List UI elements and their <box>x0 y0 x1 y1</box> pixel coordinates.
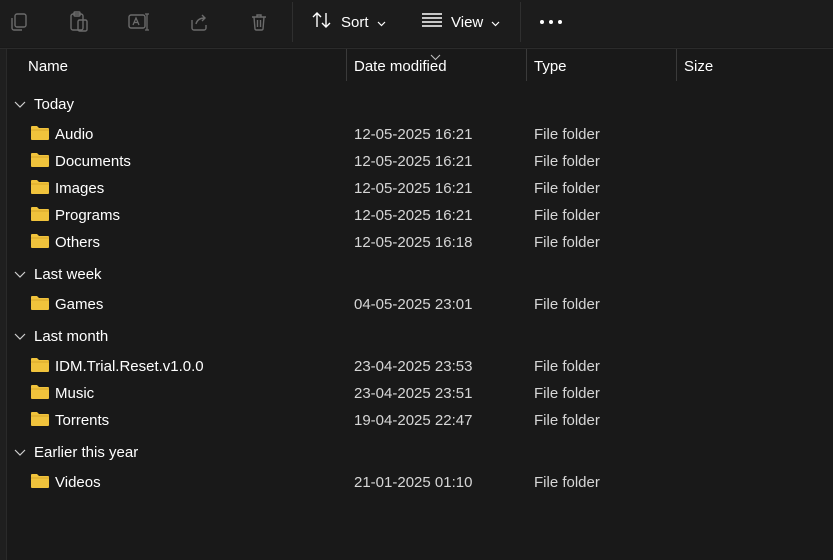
item-date: 21-01-2025 01:10 <box>354 474 473 491</box>
item-name: Documents <box>55 153 131 170</box>
share-icon[interactable] <box>186 9 212 35</box>
group-header-last-month[interactable]: Last month <box>14 325 108 347</box>
toolbar-separator <box>520 2 521 42</box>
view-label: View <box>451 13 484 31</box>
item-date: 23-04-2025 23:51 <box>354 385 473 402</box>
item-type: File folder <box>534 385 600 402</box>
item-type: File folder <box>534 153 600 170</box>
column-divider[interactable] <box>676 49 677 81</box>
sort-label: Sort <box>341 13 369 31</box>
item-name: Audio <box>55 126 94 143</box>
list-item[interactable]: Programs 12-05-2025 16:21 File folder <box>0 202 833 229</box>
sort-button[interactable]: Sort <box>311 8 386 36</box>
folder-icon <box>30 179 50 199</box>
list-item[interactable]: Games 04-05-2025 23:01 File folder <box>0 291 833 318</box>
item-type: File folder <box>534 207 600 224</box>
item-type: File folder <box>534 412 600 429</box>
column-header-type[interactable]: Type <box>534 49 567 83</box>
chevron-down-icon <box>14 96 26 113</box>
item-date: 12-05-2025 16:21 <box>354 126 473 143</box>
item-type: File folder <box>534 474 600 491</box>
folder-icon <box>30 473 50 493</box>
item-type: File folder <box>534 296 600 313</box>
folder-icon <box>30 152 50 172</box>
folder-icon <box>30 357 50 377</box>
folder-icon <box>30 125 50 145</box>
item-type: File folder <box>534 180 600 197</box>
chevron-down-icon <box>491 14 500 31</box>
item-date: 04-05-2025 23:01 <box>354 296 473 313</box>
folder-icon <box>30 411 50 431</box>
column-header-size[interactable]: Size <box>684 49 713 83</box>
list-item[interactable]: Documents 12-05-2025 16:21 File folder <box>0 148 833 175</box>
item-date: 12-05-2025 16:21 <box>354 153 473 170</box>
group-header-earlier-this-year[interactable]: Earlier this year <box>14 441 138 463</box>
folder-icon <box>30 384 50 404</box>
chevron-down-icon <box>14 266 26 283</box>
item-date: 12-05-2025 16:21 <box>354 207 473 224</box>
list-item[interactable]: Audio 12-05-2025 16:21 File folder <box>0 121 833 148</box>
command-bar: Sort View <box>0 0 833 47</box>
item-name: IDM.Trial.Reset.v1.0.0 <box>55 358 204 375</box>
view-icon <box>421 12 443 32</box>
list-item[interactable]: Others 12-05-2025 16:18 File folder <box>0 229 833 256</box>
item-date: 12-05-2025 16:18 <box>354 234 473 251</box>
group-label: Today <box>34 95 75 113</box>
folder-icon <box>30 233 50 253</box>
item-name: Torrents <box>55 412 110 429</box>
view-button[interactable]: View <box>421 8 500 36</box>
group-label: Earlier this year <box>34 443 139 461</box>
rename-icon[interactable] <box>126 9 152 35</box>
chevron-down-icon <box>14 328 26 345</box>
list-item[interactable]: Images 12-05-2025 16:21 File folder <box>0 175 833 202</box>
item-date: 23-04-2025 23:53 <box>354 358 473 375</box>
item-name: Videos <box>55 474 101 491</box>
copy-icon[interactable] <box>6 9 32 35</box>
column-divider[interactable] <box>346 49 347 81</box>
item-type: File folder <box>534 358 600 375</box>
more-icon[interactable] <box>538 9 564 35</box>
folder-icon <box>30 295 50 315</box>
chevron-down-icon <box>377 14 386 31</box>
chevron-down-icon <box>14 444 26 461</box>
item-name: Others <box>55 234 101 251</box>
list-item[interactable]: IDM.Trial.Reset.v1.0.0 23-04-2025 23:53 … <box>0 353 833 380</box>
item-date: 12-05-2025 16:21 <box>354 180 473 197</box>
group-header-last-week[interactable]: Last week <box>14 263 102 285</box>
item-name: Images <box>55 180 105 197</box>
group-header-today[interactable]: Today <box>14 93 74 115</box>
item-name: Programs <box>55 207 121 224</box>
group-label: Last week <box>34 265 102 283</box>
item-type: File folder <box>534 126 600 143</box>
delete-icon[interactable] <box>246 9 272 35</box>
list-item[interactable]: Torrents 19-04-2025 22:47 File folder <box>0 407 833 434</box>
column-header-date-modified[interactable]: Date modified <box>354 49 447 83</box>
list-item[interactable]: Videos 21-01-2025 01:10 File folder <box>0 469 833 496</box>
folder-icon <box>30 206 50 226</box>
toolbar-separator <box>292 2 293 42</box>
item-name: Music <box>55 385 95 402</box>
list-item[interactable]: Music 23-04-2025 23:51 File folder <box>0 380 833 407</box>
item-name: Games <box>55 296 104 313</box>
item-date: 19-04-2025 22:47 <box>354 412 473 429</box>
paste-icon[interactable] <box>66 9 92 35</box>
item-type: File folder <box>534 234 600 251</box>
column-divider[interactable] <box>526 49 527 81</box>
column-header-name[interactable]: Name <box>28 49 68 83</box>
group-label: Last month <box>34 327 109 345</box>
sort-icon <box>311 10 333 34</box>
